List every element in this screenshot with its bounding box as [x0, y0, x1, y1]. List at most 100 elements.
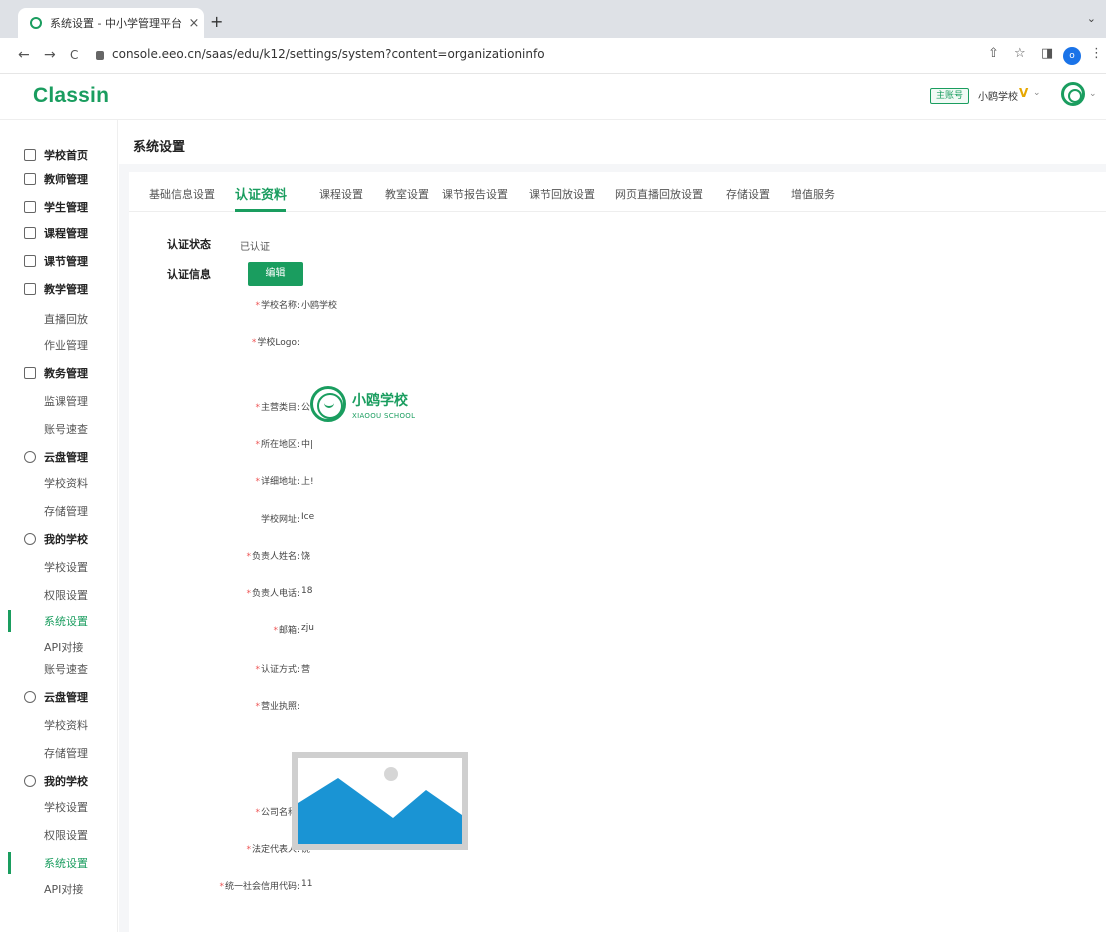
info-field-label: *学校Logo: — [252, 335, 300, 348]
user-avatar[interactable] — [1061, 82, 1085, 106]
info-field-label: *详细地址: — [255, 474, 300, 487]
share-icon[interactable]: ⇧ — [988, 46, 999, 61]
tab-3[interactable]: 教室设置 — [385, 186, 429, 202]
sidebar-item[interactable]: 教学管理 — [0, 278, 118, 300]
teaching-icon — [24, 283, 36, 295]
school-logo-emblem-icon — [310, 386, 346, 422]
cloud-icon — [24, 451, 36, 463]
browser-menu-icon[interactable]: ⋮ — [1090, 46, 1103, 61]
cloud-icon — [24, 691, 36, 703]
page-title: 系统设置 — [133, 140, 186, 155]
sidebar-item-label: 云盘管理 — [44, 451, 88, 464]
settings-tabs: 基础信息设置 认证资料 课程设置 教室设置 课节报告设置 课节回放设置 网页直播回放设置 存储… — [129, 172, 1106, 212]
info-field-label: *邮箱: — [273, 623, 300, 636]
sidebar-item-label: 学校首页 — [44, 149, 88, 162]
address-bar[interactable]: console.eeo.cn/saas/edu/k12/settings/sys… — [96, 47, 545, 61]
sidebar-item[interactable]: API对接 — [0, 878, 118, 900]
field-label-text: 学校名称: — [260, 301, 300, 311]
reload-button[interactable]: C — [70, 48, 78, 62]
sidebar-item[interactable]: 学校首页 — [0, 144, 118, 166]
field-label-text: 认证方式: — [260, 665, 300, 675]
sidebar-item-label: 作业管理 — [44, 339, 88, 352]
sidebar-item[interactable]: 账号速查 — [0, 418, 118, 440]
tab-6[interactable]: 网页直播回放设置 — [615, 186, 703, 202]
side-panel-icon[interactable]: ◨ — [1041, 46, 1053, 61]
course-icon — [24, 227, 36, 239]
tab-close-icon[interactable]: × — [184, 16, 204, 31]
sidebar-item-label: 学校资料 — [44, 719, 88, 732]
field-label-text: 学校Logo: — [257, 338, 300, 348]
sidebar-item[interactable]: 存储管理 — [0, 742, 118, 764]
sidebar-item-label: 监课管理 — [44, 395, 88, 408]
tab-4[interactable]: 课节报告设置 — [442, 186, 508, 202]
sidebar-item[interactable]: 我的学校 — [0, 770, 118, 792]
sidebar-item[interactable]: 直播回放 — [0, 308, 118, 330]
sidebar-item[interactable]: API对接 — [0, 636, 118, 658]
sidebar-item[interactable]: 课程管理 — [0, 222, 118, 244]
classin-logo[interactable]: Classin — [33, 84, 109, 108]
required-mark: * — [219, 882, 224, 892]
sidebar-item-label: 权限设置 — [44, 829, 88, 842]
sidebar-item-label: 课节管理 — [44, 255, 88, 268]
sidebar-item[interactable]: 学校设置 — [0, 796, 118, 818]
tab-5[interactable]: 课节回放设置 — [529, 186, 595, 202]
browser-profile-avatar[interactable]: o — [1063, 47, 1081, 65]
school-logo-name: 小鸥学校 — [352, 393, 408, 409]
sidebar-item[interactable]: 教师管理 — [0, 168, 118, 190]
sidebar-item[interactable]: 云盘管理 — [0, 446, 118, 468]
sidebar-item[interactable]: 权限设置 — [0, 824, 118, 846]
required-mark: * — [246, 845, 251, 855]
sidebar-item-label: 教学管理 — [44, 283, 88, 296]
sidebar-item-label: 账号速查 — [44, 423, 88, 436]
sidebar-item-label: 学校设置 — [44, 801, 88, 814]
sidebar-item[interactable]: 学生管理 — [0, 196, 118, 218]
sidebar-item[interactable]: 学校设置 — [0, 556, 118, 578]
edit-button[interactable]: 编辑 — [248, 262, 303, 286]
sidebar-item[interactable]: 存储管理 — [0, 500, 118, 522]
tab-7[interactable]: 存储设置 — [726, 186, 770, 202]
sidebar-item-label: 存储管理 — [44, 747, 88, 760]
browser-tab[interactable]: 系统设置 - 中小学管理平台 × — [18, 8, 204, 38]
sidebar-item[interactable]: 账号速查 — [0, 658, 118, 680]
sidebar-item[interactable]: 学校资料 — [0, 472, 118, 494]
field-label-text: 负责人姓名: — [251, 552, 300, 562]
sidebar-item-label: API对接 — [44, 641, 84, 654]
tab-0[interactable]: 基础信息设置 — [149, 186, 215, 202]
sidebar-item[interactable]: 系统设置 — [0, 852, 118, 874]
sidebar-item[interactable]: 系统设置 — [0, 610, 118, 632]
account-name[interactable]: 小鸥学校 — [978, 88, 1018, 103]
active-tab-indicator — [235, 209, 286, 212]
forward-button[interactable]: → — [44, 47, 56, 63]
sidebar-item-label: API对接 — [44, 883, 84, 896]
info-field-label: *所在地区: — [255, 437, 300, 450]
info-field-label: *统一社会信用代码: — [219, 879, 300, 892]
student-icon — [24, 201, 36, 213]
tab-search-chevron-icon[interactable]: ⌄ — [1087, 12, 1096, 25]
sidebar-item[interactable]: 权限设置 — [0, 584, 118, 606]
tab-1[interactable]: 认证资料 — [235, 184, 287, 203]
info-field-value: 饶 — [301, 552, 311, 562]
sidebar-item-label: 课程管理 — [44, 227, 88, 240]
back-button[interactable]: ← — [18, 47, 30, 63]
sidebar-item[interactable]: 课节管理 — [0, 250, 118, 272]
tab-2[interactable]: 课程设置 — [319, 186, 363, 202]
info-field-value: 中| — [301, 440, 314, 450]
lock-icon — [96, 50, 104, 60]
sidebar-item[interactable]: 学校资料 — [0, 714, 118, 736]
sidebar-item[interactable]: 云盘管理 — [0, 686, 118, 708]
account-chevron-down-icon[interactable]: ⌄ — [1033, 88, 1041, 98]
sidebar-item[interactable]: 作业管理 — [0, 334, 118, 356]
bookmark-star-icon[interactable]: ☆ — [1014, 46, 1026, 61]
sidebar-item-label: 教师管理 — [44, 173, 88, 186]
info-field-label: *负责人电话: — [246, 586, 300, 599]
tab-8[interactable]: 增值服务 — [791, 186, 835, 202]
info-field-value: 18 — [301, 586, 313, 596]
placeholder-landscape — [298, 767, 462, 844]
sidebar-item[interactable]: 教务管理 — [0, 362, 118, 384]
sidebar-item[interactable]: 监课管理 — [0, 390, 118, 412]
new-tab-button[interactable]: + — [210, 12, 223, 31]
sidebar-item[interactable]: 我的学校 — [0, 528, 118, 550]
sidebar-item-label: 教务管理 — [44, 367, 88, 380]
avatar-chevron-down-icon[interactable]: ⌄ — [1089, 89, 1097, 99]
business-license-image[interactable] — [292, 752, 468, 850]
